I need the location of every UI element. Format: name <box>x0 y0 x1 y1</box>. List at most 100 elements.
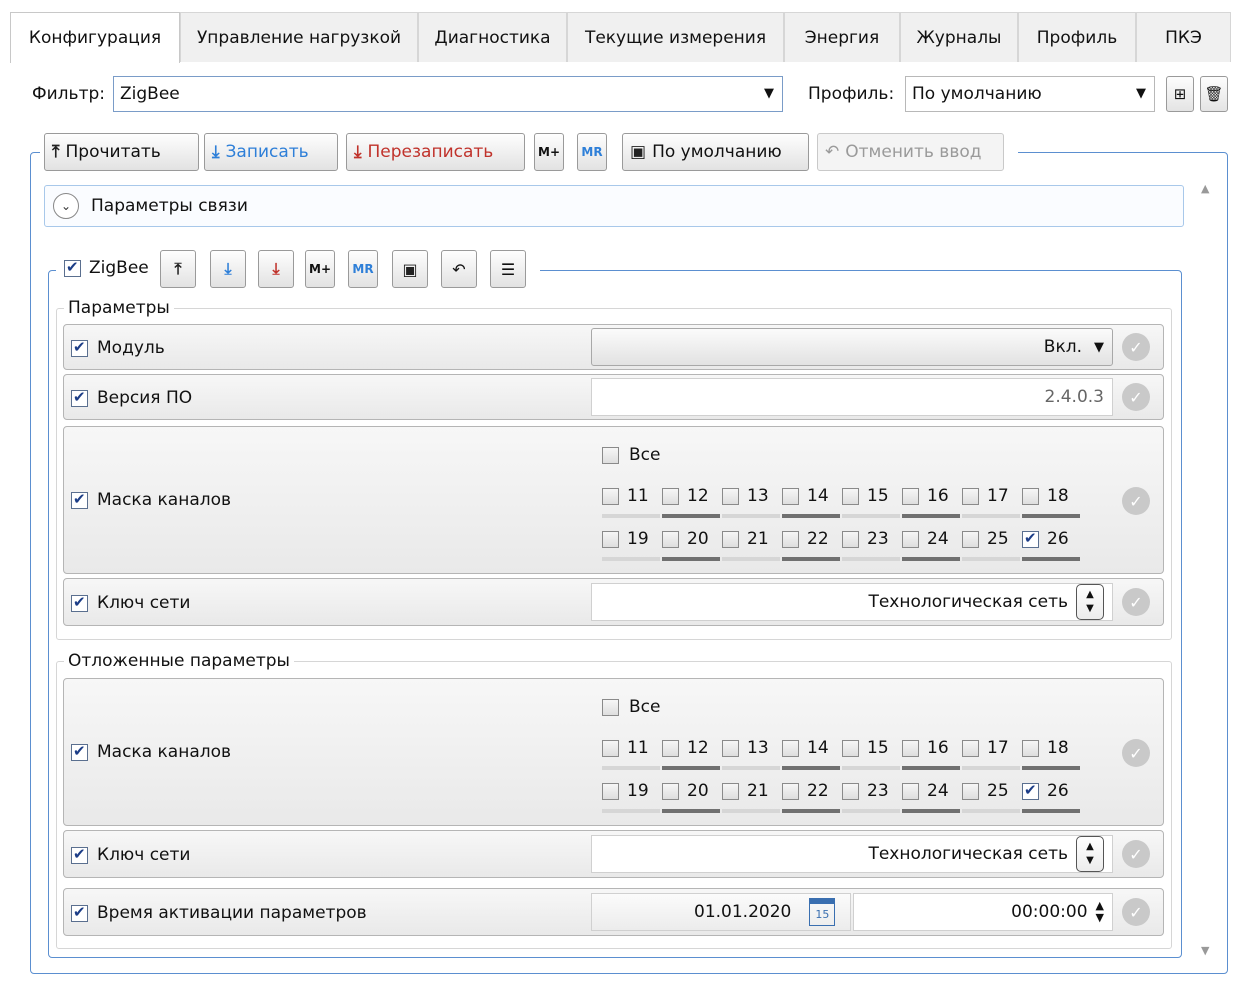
deferred-network-key-checkbox[interactable] <box>71 845 88 864</box>
channel-item[interactable]: 26 <box>1022 776 1080 813</box>
channel-item[interactable]: 25 <box>962 776 1020 813</box>
tab-load-management[interactable]: Управление нагрузкой <box>180 12 418 62</box>
deferred-network-key-field[interactable]: Технологическая сеть ▲ ▼ <box>591 835 1113 873</box>
channel-item[interactable]: 22 <box>782 776 840 813</box>
activation-time-checkbox[interactable] <box>71 903 88 922</box>
channel-checkbox[interactable] <box>962 739 979 757</box>
channel-all-checkbox[interactable] <box>602 446 619 464</box>
tab-profile[interactable]: Профиль <box>1018 12 1136 62</box>
channel-checkbox[interactable] <box>602 782 619 800</box>
channel-item[interactable]: 14 <box>782 733 840 770</box>
tab-diagnostics[interactable]: Диагностика <box>418 12 567 62</box>
channel-item[interactable]: 11 <box>602 481 660 518</box>
delete-profile-button[interactable]: 🗑 <box>1200 76 1228 112</box>
channel-checkbox[interactable] <box>722 782 739 800</box>
memory-recall-button[interactable]: MR <box>577 133 607 171</box>
channel-item[interactable]: 18 <box>1022 733 1080 770</box>
channel-item[interactable]: 23 <box>842 776 900 813</box>
activation-date-field[interactable]: 01.01.2020 15 <box>591 893 851 931</box>
tab-energy[interactable]: Энергия <box>784 12 900 62</box>
channel-checkbox[interactable] <box>782 782 799 800</box>
deferred-network-key-name[interactable]: Ключ сети <box>71 845 190 865</box>
overwrite-button[interactable]: ⤓ Перезаписать <box>346 133 525 171</box>
zigbee-details-button[interactable]: ☰ <box>490 250 526 288</box>
zigbee-toggle[interactable]: ZigBee <box>64 258 149 278</box>
up-down-spinner-icon[interactable]: ▲ ▼ <box>1076 836 1104 872</box>
channel-item[interactable]: 18 <box>1022 481 1080 518</box>
channel-checkbox[interactable] <box>722 487 739 505</box>
channel-item[interactable]: 16 <box>902 733 960 770</box>
connection-params-expander[interactable]: ⌄ Параметры связи <box>44 185 1184 227</box>
add-profile-button[interactable]: ⊞ <box>1166 76 1194 112</box>
channel-item[interactable]: 25 <box>962 524 1020 561</box>
memory-plus-button[interactable]: M+ <box>534 133 564 171</box>
channel-checkbox[interactable] <box>962 530 979 548</box>
channel-checkbox[interactable] <box>842 530 859 548</box>
module-checkbox[interactable] <box>71 338 88 357</box>
channel-item[interactable]: 22 <box>782 524 840 561</box>
channel-item[interactable]: 12 <box>662 481 720 518</box>
channel-checkbox[interactable] <box>1022 529 1039 548</box>
channel-item[interactable]: 15 <box>842 481 900 518</box>
tab-current-measurements[interactable]: Текущие измерения <box>567 12 784 62</box>
channel-checkbox[interactable] <box>842 739 859 757</box>
channel-item[interactable]: 17 <box>962 733 1020 770</box>
zigbee-checkbox[interactable] <box>64 258 81 277</box>
channel-item[interactable]: 20 <box>662 776 720 813</box>
channel-item[interactable]: 19 <box>602 776 660 813</box>
vertical-scrollbar[interactable]: ▲ ▼ <box>1190 176 1224 966</box>
channel-item[interactable]: 12 <box>662 733 720 770</box>
channel-checkbox[interactable] <box>1022 739 1039 757</box>
channel-item[interactable]: 13 <box>722 733 780 770</box>
network-key-name[interactable]: Ключ сети <box>71 593 190 613</box>
channel-mask-checkbox[interactable] <box>71 490 88 509</box>
zigbee-read-button[interactable]: ⤒ <box>160 250 196 288</box>
channel-checkbox[interactable] <box>1022 781 1039 800</box>
network-key-checkbox[interactable] <box>71 593 88 612</box>
channel-checkbox[interactable] <box>602 739 619 757</box>
channel-item[interactable]: 11 <box>602 733 660 770</box>
channel-checkbox[interactable] <box>842 487 859 505</box>
channel-item[interactable]: 24 <box>902 524 960 561</box>
channel-mask-name[interactable]: Маска каналов <box>71 490 231 510</box>
module-name[interactable]: Модуль <box>71 338 165 358</box>
channel-checkbox[interactable] <box>902 487 919 505</box>
up-down-spinner-icon[interactable]: ▲ ▼ <box>1096 900 1104 924</box>
channel-all[interactable]: Все <box>602 445 660 465</box>
activation-time-name[interactable]: Время активации параметров <box>71 903 367 923</box>
network-key-field[interactable]: Технологическая сеть ▲ ▼ <box>591 583 1113 621</box>
channel-checkbox[interactable] <box>902 782 919 800</box>
channel-checkbox[interactable] <box>722 739 739 757</box>
write-button[interactable]: ⤓ Записать <box>204 133 338 171</box>
channel-item[interactable]: 23 <box>842 524 900 561</box>
defaults-button[interactable]: ▣ По умолчанию <box>622 133 809 171</box>
zigbee-memory-plus-button[interactable]: M+ <box>305 250 335 288</box>
tab-configuration[interactable]: Конфигурация <box>10 12 180 63</box>
channel-checkbox[interactable] <box>662 782 679 800</box>
read-button[interactable]: ⤒ Прочитать <box>44 133 199 171</box>
activation-time-field[interactable]: 00:00:00 ▲ ▼ <box>853 893 1113 931</box>
channel-all[interactable]: Все <box>602 697 660 717</box>
up-down-spinner-icon[interactable]: ▲ ▼ <box>1076 584 1104 620</box>
channel-item[interactable]: 21 <box>722 776 780 813</box>
channel-checkbox[interactable] <box>902 530 919 548</box>
zigbee-write-button[interactable]: ⤓ <box>210 250 246 288</box>
channel-item[interactable]: 15 <box>842 733 900 770</box>
module-combobox[interactable]: Вкл. ▼ <box>591 328 1113 366</box>
channel-checkbox[interactable] <box>662 487 679 505</box>
channel-all-checkbox[interactable] <box>602 698 619 716</box>
filter-combobox[interactable]: ZigBee ▼ <box>113 76 783 112</box>
channel-checkbox[interactable] <box>782 487 799 505</box>
channel-item[interactable]: 17 <box>962 481 1020 518</box>
profile-combobox[interactable]: По умолчанию ▼ <box>905 76 1155 112</box>
channel-checkbox[interactable] <box>782 530 799 548</box>
tab-journals[interactable]: Журналы <box>900 12 1018 62</box>
channel-item[interactable]: 14 <box>782 481 840 518</box>
channel-checkbox[interactable] <box>662 530 679 548</box>
channel-checkbox[interactable] <box>842 782 859 800</box>
channel-checkbox[interactable] <box>602 487 619 505</box>
zigbee-memory-recall-button[interactable]: MR <box>348 250 378 288</box>
channel-checkbox[interactable] <box>602 530 619 548</box>
channel-item[interactable]: 19 <box>602 524 660 561</box>
channel-checkbox[interactable] <box>662 739 679 757</box>
